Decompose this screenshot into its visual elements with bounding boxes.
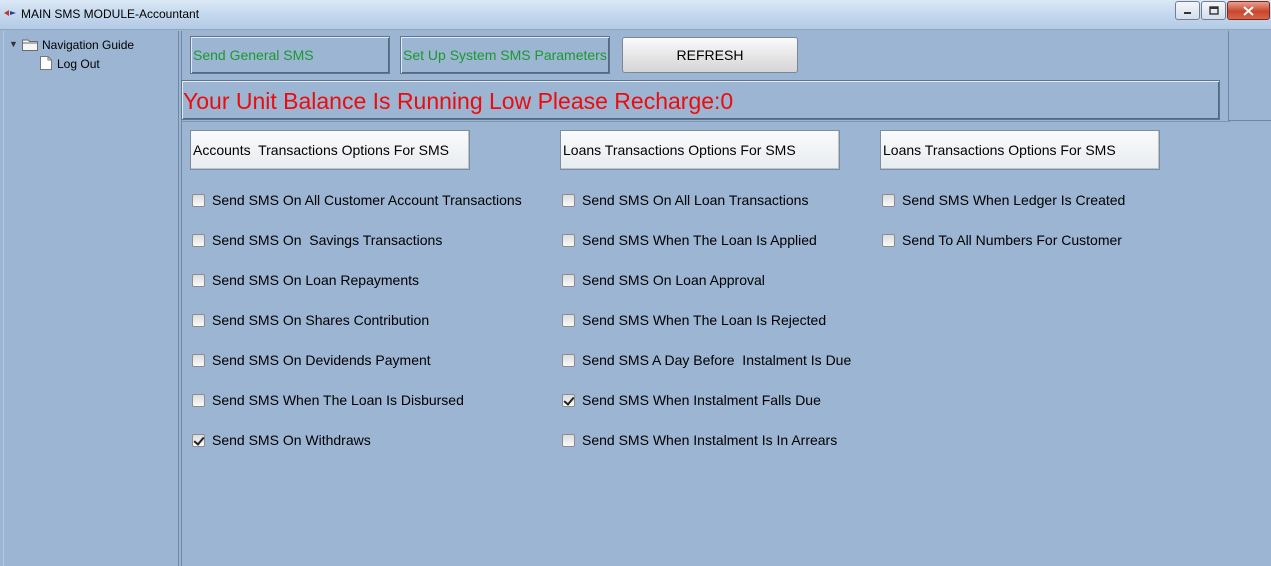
checkbox[interactable] (192, 193, 205, 207)
checkbox-checked[interactable] (562, 393, 575, 407)
checkbox[interactable] (562, 233, 575, 247)
nav-root-label[interactable]: Navigation Guide (42, 38, 134, 52)
option-savings-transactions[interactable]: Send SMS On Savings Transactions (191, 230, 442, 250)
checkbox[interactable] (192, 353, 205, 367)
setup-sms-parameters-button[interactable]: Set Up System SMS Parameters (400, 36, 610, 74)
send-general-sms-button[interactable]: Send General SMS (190, 36, 390, 74)
accounts-transactions-header-button[interactable]: Accounts Transactions Options For SMS (190, 130, 470, 170)
checkbox[interactable] (192, 313, 205, 327)
window-title: MAIN SMS MODULE-Accountant (21, 7, 200, 21)
maximize-icon[interactable] (1201, 1, 1226, 20)
option-instalment-in-arrears[interactable]: Send SMS When Instalment Is In Arrears (561, 430, 837, 450)
option-label: Send SMS When The Loan Is Applied (582, 232, 817, 248)
checkbox[interactable] (562, 433, 575, 447)
navigation-tree: ▼ Navigation Guide Log Out (3, 31, 179, 566)
option-instalment-falls-due[interactable]: Send SMS When Instalment Falls Due (561, 390, 821, 410)
low-balance-alert: Your Unit Balance Is Running Low Please … (181, 80, 1220, 120)
option-label: Send SMS On Savings Transactions (212, 232, 443, 248)
checkbox[interactable] (882, 233, 895, 247)
option-label: Send SMS A Day Before Instalment Is Due (582, 352, 852, 368)
option-label: Send SMS When The Loan Is Rejected (582, 312, 827, 328)
checkbox[interactable] (562, 353, 575, 367)
option-withdraws[interactable]: Send SMS On Withdraws (191, 430, 371, 450)
option-label: Send SMS On All Loan Transactions (582, 192, 809, 208)
refresh-button[interactable]: REFRESH (622, 37, 798, 73)
option-day-before-instalment-due[interactable]: Send SMS A Day Before Instalment Is Due (561, 350, 851, 370)
option-label: Send SMS When Instalment Is In Arrears (582, 432, 838, 448)
tree-expand-icon[interactable]: ▼ (9, 39, 18, 49)
option-label: Send SMS On Shares Contribution (212, 312, 430, 328)
document-icon (40, 56, 52, 70)
option-loan-approval[interactable]: Send SMS On Loan Approval (561, 270, 765, 290)
checkbox[interactable] (562, 313, 575, 327)
nav-item-log-out[interactable]: Log Out (57, 57, 100, 71)
option-label: Send SMS On All Customer Account Transac… (212, 192, 522, 208)
checkbox[interactable] (192, 393, 205, 407)
option-loan-rejected[interactable]: Send SMS When The Loan Is Rejected (561, 310, 826, 330)
checkbox[interactable] (192, 273, 205, 287)
minimize-icon[interactable] (1175, 1, 1200, 20)
folder-icon (22, 39, 38, 51)
close-icon[interactable] (1227, 1, 1270, 20)
option-label: Send SMS When The Loan Is Disbursed (212, 392, 464, 408)
option-label: Send SMS When Instalment Falls Due (582, 392, 821, 408)
option-label: Send SMS On Withdraws (212, 432, 371, 448)
option-loan-applied[interactable]: Send SMS When The Loan Is Applied (561, 230, 817, 250)
checkbox-checked[interactable] (192, 433, 205, 447)
option-label: Send SMS On Loan Repayments (212, 272, 420, 288)
checkbox[interactable] (882, 193, 895, 207)
checkbox[interactable] (192, 233, 205, 247)
option-label: Send SMS When Ledger Is Created (902, 192, 1126, 208)
app-icon (4, 10, 16, 16)
divider (1228, 31, 1229, 121)
checkbox[interactable] (562, 193, 575, 207)
loans-transactions-header-button[interactable]: Loans Transactions Options For SMS (560, 130, 840, 170)
option-label: Send To All Numbers For Customer (902, 232, 1122, 248)
option-ledger-created[interactable]: Send SMS When Ledger Is Created (881, 190, 1125, 210)
option-loan-disbursed[interactable]: Send SMS When The Loan Is Disbursed (191, 390, 464, 410)
divider (181, 121, 1230, 122)
loans-transactions-header-button-2[interactable]: Loans Transactions Options For SMS (880, 130, 1160, 170)
option-shares-contribution[interactable]: Send SMS On Shares Contribution (191, 310, 429, 330)
title-bar: MAIN SMS MODULE-Accountant (0, 0, 1271, 30)
option-all-loan-transactions[interactable]: Send SMS On All Loan Transactions (561, 190, 808, 210)
option-label: Send SMS On Loan Approval (582, 272, 765, 288)
option-loan-repayments[interactable]: Send SMS On Loan Repayments (191, 270, 419, 290)
divider (1229, 120, 1271, 121)
option-devidends-payment[interactable]: Send SMS On Devidends Payment (191, 350, 431, 370)
option-all-numbers-for-customer[interactable]: Send To All Numbers For Customer (881, 230, 1122, 250)
option-label: Send SMS On Devidends Payment (212, 352, 431, 368)
checkbox[interactable] (562, 273, 575, 287)
option-all-customer-account-transactions[interactable]: Send SMS On All Customer Account Transac… (191, 190, 522, 210)
